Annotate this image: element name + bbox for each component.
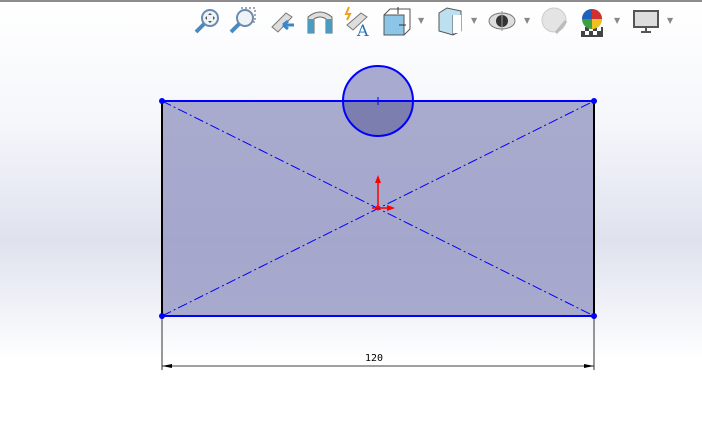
vertex-point[interactable]	[159, 98, 165, 104]
vertex-point[interactable]	[591, 98, 597, 104]
dimension-120[interactable]: 120	[161, 318, 595, 370]
sketch-canvas[interactable]: 120	[0, 0, 702, 431]
dimension-value[interactable]: 120	[365, 353, 383, 364]
